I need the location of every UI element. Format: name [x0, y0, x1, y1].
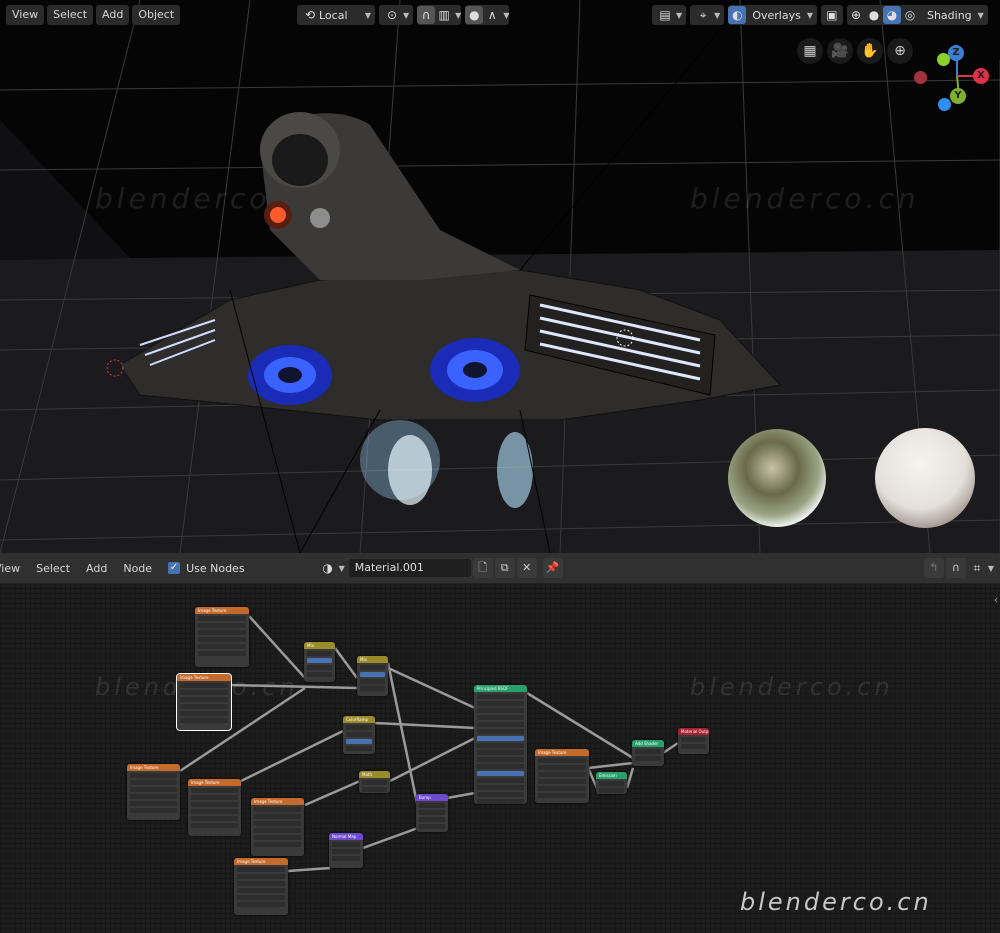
pivot-point-dropdown[interactable]: ⊙ ▼	[379, 5, 414, 25]
chevron-down-icon: ▼	[676, 10, 683, 20]
rendered-icon[interactable]: ◎	[901, 6, 919, 24]
node-header: ColorRamp	[343, 716, 375, 723]
node-principled-bsdf[interactable]: Principled BSDF	[474, 685, 527, 804]
transform-controls: ⟲ Local ▼ ⊙ ▼ ∩ ▥ ▼ ● ∧ ▼	[297, 5, 513, 25]
node-header: Image Texture	[251, 798, 304, 805]
material-preview-icon[interactable]: ◕	[882, 6, 901, 24]
object-types-icon: ▤	[659, 8, 671, 22]
node-emission[interactable]: Emission	[596, 772, 627, 794]
chevron-down-icon: ▼	[403, 10, 410, 20]
shading-label[interactable]: Shading	[927, 9, 972, 22]
node-bump[interactable]: Bump	[416, 794, 448, 832]
snap-group: ∩ ▥ ▼	[417, 5, 462, 25]
chevron-down-icon[interactable]: ▼	[455, 11, 461, 20]
node-header: Image Texture	[127, 764, 180, 771]
node-header: Material Output	[678, 728, 709, 735]
overlays-label: Overlays	[752, 8, 801, 22]
chevron-down-icon[interactable]: ▼	[503, 11, 509, 20]
pivot-point-icon: ⊙	[386, 8, 398, 22]
chevron-down-icon[interactable]: ▼	[978, 11, 984, 20]
shading-group: ⊕ ● ◕ ◎ Shading ▼	[846, 5, 988, 25]
node-header: Mix	[357, 656, 388, 663]
node-normal-map[interactable]: Normal Map	[329, 833, 363, 868]
watermark: blenderco	[95, 182, 271, 215]
navigation-gizmo[interactable]: Z X Y	[905, 40, 1000, 111]
node-header: Mix	[304, 642, 335, 649]
menu-view[interactable]: View	[6, 5, 45, 25]
node-image-texture[interactable]: Image Texture	[127, 764, 180, 820]
chevron-down-icon: ▼	[714, 10, 721, 20]
viewport-menu-bar: View Select Add Object	[6, 5, 183, 25]
axis-y[interactable]: Y	[950, 88, 966, 104]
node-image-texture[interactable]: Image Texture	[188, 779, 241, 836]
node-image-texture[interactable]: Image Texture	[535, 749, 589, 803]
shader-node-editor[interactable]: View Select Add Node ✓ Use Nodes ◑ ▼ Mat…	[0, 553, 1000, 933]
camera-view-icon[interactable]: 🎥	[827, 38, 853, 64]
transform-orientation-value: Local	[319, 8, 348, 22]
3d-viewport[interactable]: blenderco blenderco.cn View Select Add O…	[0, 0, 1000, 553]
menu-object[interactable]: Object	[132, 5, 181, 25]
node-image-texture-selected[interactable]: Image Texture	[176, 673, 232, 731]
node-header: Bump	[416, 794, 448, 801]
falloff-curve-icon[interactable]: ∧	[483, 6, 501, 24]
node-image-texture[interactable]: Image Texture	[234, 858, 288, 915]
corner-watermark: blenderco.cn	[740, 888, 932, 916]
axis-neg-x[interactable]	[914, 71, 927, 84]
axis-z[interactable]: Z	[948, 45, 964, 61]
xray-icon: ▣	[826, 8, 838, 22]
sidebar-toggle-icon[interactable]: ‹	[994, 595, 998, 606]
node-header: Emission	[596, 772, 627, 779]
node-add-shader[interactable]: Add Shader	[632, 740, 664, 766]
overlays-dropdown[interactable]: ◐ Overlays ▼	[728, 5, 817, 25]
gizmo-dropdown[interactable]: ⌖ ▼	[690, 5, 725, 25]
transform-orientation-icon: ⟲	[304, 8, 316, 22]
node-header: Image Texture	[195, 607, 249, 614]
view-controls: ▤ ▼ ⌖ ▼ ◐ Overlays ▼ ▣ ⊕ ● ◕ ◎ Shading ▼	[652, 5, 992, 25]
node-header: Math	[359, 771, 390, 778]
axis-neg-z[interactable]	[938, 98, 951, 111]
proportional-edit-icon[interactable]: ●	[465, 6, 484, 24]
node-header: Add Shader	[632, 740, 664, 747]
viewport-scene[interactable]	[0, 0, 1000, 553]
axis-neg-y[interactable]	[937, 53, 950, 66]
chevron-down-icon: ▼	[806, 10, 813, 20]
chevron-down-icon: ▼	[364, 10, 371, 20]
wireframe-icon[interactable]: ⊕	[847, 6, 865, 24]
node-colorramp[interactable]: ColorRamp	[343, 716, 375, 754]
solid-icon[interactable]: ●	[865, 6, 883, 24]
node-header: Image Texture	[535, 749, 589, 756]
node-mix[interactable]: Mix	[357, 656, 388, 696]
hdri-chrome-sphere	[728, 429, 826, 527]
node-math[interactable]: Math	[359, 771, 390, 793]
snap-increment-icon[interactable]: ▥	[435, 6, 453, 24]
node-mix[interactable]: Mix	[304, 642, 335, 682]
pan-hand-icon[interactable]: ✋	[857, 38, 883, 64]
hdri-diffuse-sphere	[875, 428, 975, 528]
node-header: Image Texture	[177, 674, 231, 681]
node-image-texture[interactable]: Image Texture	[195, 607, 249, 667]
object-types-dropdown[interactable]: ▤ ▼	[652, 5, 687, 25]
node-image-texture[interactable]: Image Texture	[251, 798, 304, 856]
node-header: Principled BSDF	[474, 685, 527, 692]
axis-x[interactable]: X	[973, 68, 989, 84]
toggle-grid-icon[interactable]: ▦	[797, 38, 823, 64]
proportional-group: ● ∧ ▼	[465, 5, 510, 25]
menu-add[interactable]: Add	[96, 5, 130, 25]
node-header: Image Texture	[234, 858, 288, 865]
overlays-icon[interactable]: ◐	[728, 6, 747, 24]
transform-orientation-dropdown[interactable]: ⟲ Local ▼	[297, 5, 375, 25]
xray-toggle[interactable]: ▣	[820, 5, 843, 25]
node-material-output[interactable]: Material Output	[678, 728, 709, 754]
menu-select[interactable]: Select	[47, 5, 94, 25]
node-header: Normal Map	[329, 833, 363, 840]
watermark: blenderco.cn	[690, 182, 920, 215]
gizmo-icon: ⌖	[699, 8, 707, 22]
snap-magnet-icon[interactable]: ∩	[417, 6, 436, 24]
node-header: Image Texture	[188, 779, 241, 786]
